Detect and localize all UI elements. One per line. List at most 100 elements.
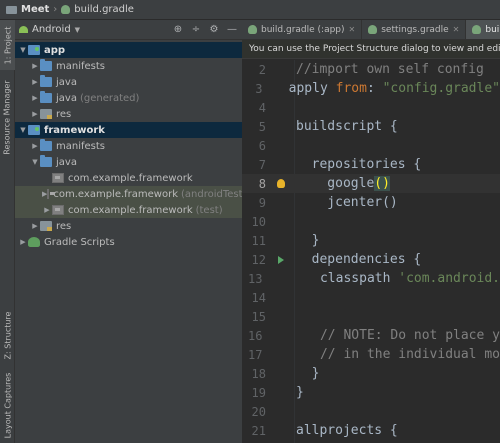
project-panel-header: Android ▼ ⊕ ÷ ⚙ — bbox=[15, 20, 242, 40]
code-text: repositories { bbox=[296, 157, 422, 172]
tree-item-label: res bbox=[56, 220, 72, 232]
collapse-all-icon[interactable]: ÷ bbox=[190, 24, 202, 36]
code-line: 10 bbox=[242, 212, 500, 231]
tree-item-manifests[interactable]: ▶ manifests bbox=[15, 58, 242, 74]
code-line: 5 buildscript { bbox=[242, 117, 500, 136]
code-line: 18 } bbox=[242, 364, 500, 383]
line-number: 14 bbox=[251, 290, 266, 305]
chevron-right-icon[interactable]: ▶ bbox=[30, 62, 40, 70]
gradle-icon bbox=[248, 25, 257, 34]
code-line: 4 bbox=[242, 98, 500, 117]
code-text: } bbox=[296, 385, 304, 400]
chevron-right-icon[interactable]: ▶ bbox=[30, 78, 40, 86]
folder-icon bbox=[40, 91, 52, 103]
line-number: 16 bbox=[248, 328, 263, 343]
tree-item-label: com.example.framework bbox=[53, 188, 178, 200]
tab-layout-captures[interactable]: Layout Captures bbox=[0, 370, 15, 440]
chevron-down-icon[interactable]: ▼ bbox=[18, 46, 28, 54]
gutter bbox=[268, 288, 294, 307]
tree-item-package-android-test[interactable]: ▶ com.example.framework (androidTest) bbox=[15, 186, 246, 202]
gear-icon[interactable]: ⚙ bbox=[208, 24, 220, 36]
tree-item-package[interactable]: com.example.framework bbox=[15, 170, 242, 186]
tree-item-manifests[interactable]: ▶ manifests bbox=[15, 138, 242, 154]
line-number: 10 bbox=[251, 214, 266, 229]
tree-item-java[interactable]: ▼ java bbox=[15, 154, 242, 170]
editor-tab-label: settings.gradle bbox=[381, 24, 449, 35]
tree-item-package-test[interactable]: ▶ com.example.framework (test) bbox=[15, 202, 242, 218]
tree-item-res[interactable]: ▶ res bbox=[15, 218, 242, 234]
chevron-down-icon[interactable]: ▼ bbox=[30, 158, 40, 166]
code-line: 7 repositories { bbox=[242, 155, 500, 174]
tree-item-java[interactable]: ▶ java bbox=[15, 74, 242, 90]
chevron-right-icon[interactable]: ▶ bbox=[30, 142, 40, 150]
tree-item-label: manifests bbox=[56, 60, 105, 72]
editor-tabs: build.gradle (:app) ✕ settings.gradle ✕ … bbox=[242, 20, 500, 40]
gutter bbox=[268, 117, 294, 136]
gutter bbox=[268, 250, 294, 269]
tree-item-label: res bbox=[56, 108, 72, 120]
tab-resource-manager[interactable]: Resource Manager bbox=[0, 75, 15, 160]
gutter bbox=[268, 307, 294, 326]
project-view-select[interactable]: Android ▼ bbox=[19, 24, 80, 35]
tree-item-framework[interactable]: ▼ framework bbox=[15, 122, 242, 138]
code-editor[interactable]: 2 //import own self config 3 apply from:… bbox=[242, 60, 500, 443]
hide-panel-icon[interactable]: — bbox=[226, 24, 238, 36]
tree-item-label: java bbox=[56, 76, 77, 88]
line-number: 5 bbox=[258, 119, 266, 134]
tab-project[interactable]: 1: Project bbox=[0, 20, 15, 70]
code-text: allprojects { bbox=[296, 423, 398, 438]
line-number: 9 bbox=[258, 195, 266, 210]
tab-layout-captures-label: Layout Captures bbox=[3, 372, 12, 438]
module-folder-icon bbox=[28, 45, 40, 55]
notification-text: You can use the Project Structure dialog… bbox=[249, 44, 500, 54]
tree-item-label: java bbox=[56, 156, 77, 168]
gutter bbox=[264, 345, 286, 364]
locate-file-icon[interactable]: ⊕ bbox=[172, 24, 184, 36]
tree-item-res[interactable]: ▶ res bbox=[15, 106, 242, 122]
close-icon[interactable]: ✕ bbox=[349, 25, 356, 34]
chevron-down-icon: ▼ bbox=[74, 25, 81, 34]
code-line: 12 dependencies { bbox=[242, 250, 500, 269]
chevron-right-icon[interactable]: ▶ bbox=[30, 94, 40, 102]
tree-item-label: java bbox=[56, 92, 77, 104]
tree-item-gradle-scripts[interactable]: ▶ Gradle Scripts bbox=[15, 234, 242, 250]
chevron-right-icon[interactable]: ▶ bbox=[42, 206, 52, 214]
tree-item-label: manifests bbox=[56, 140, 105, 152]
project-tree: ▼ app ▶ manifests ▶ java ▶ java (generat… bbox=[15, 40, 246, 250]
code-token: apply bbox=[288, 81, 336, 96]
project-panel: Android ▼ ⊕ ÷ ⚙ — ▼ app ▶ manifests ▶ ja… bbox=[15, 20, 246, 443]
code-token: ( bbox=[374, 176, 383, 191]
chevron-right-icon[interactable]: ▶ bbox=[30, 110, 40, 118]
close-icon[interactable]: ✕ bbox=[453, 25, 460, 34]
line-number: 4 bbox=[258, 100, 266, 115]
editor-tab[interactable]: settings.gradle ✕ bbox=[362, 20, 467, 39]
gutter bbox=[268, 155, 294, 174]
editor-tab-active[interactable]: build.gradle (Me bbox=[466, 20, 500, 39]
tab-structure[interactable]: Z: Structure bbox=[0, 305, 15, 365]
line-number: 17 bbox=[248, 347, 263, 362]
tree-item-app[interactable]: ▼ app bbox=[15, 42, 242, 58]
code-text: // in the individual mo bbox=[288, 347, 500, 362]
code-line: 21 allprojects { bbox=[242, 421, 500, 440]
line-number: 2 bbox=[258, 62, 266, 77]
code-token: google bbox=[296, 176, 375, 191]
code-line: 13 classpath 'com.android. bbox=[242, 269, 500, 288]
run-icon[interactable] bbox=[278, 255, 284, 264]
code-text: } bbox=[296, 233, 320, 248]
breadcrumb-file[interactable]: build.gradle bbox=[61, 4, 134, 15]
code-text: // NOTE: Do not place y bbox=[288, 328, 500, 343]
code-line: 11 } bbox=[242, 231, 500, 250]
tree-item-java-generated[interactable]: ▶ java (generated) bbox=[15, 90, 242, 106]
chevron-right-icon[interactable]: ▶ bbox=[18, 238, 28, 246]
chevron-down-icon[interactable]: ▼ bbox=[18, 126, 28, 134]
package-icon bbox=[52, 205, 64, 215]
tab-project-label: 1: Project bbox=[3, 26, 13, 64]
editor-tab[interactable]: build.gradle (:app) ✕ bbox=[242, 20, 363, 39]
code-line: 16 // NOTE: Do not place y bbox=[242, 326, 500, 345]
gradle-icon bbox=[472, 25, 482, 34]
tree-item-label: Gradle Scripts bbox=[44, 236, 115, 248]
breadcrumb-file-label: build.gradle bbox=[74, 4, 134, 15]
breadcrumb-project[interactable]: Meet bbox=[6, 4, 49, 15]
lightbulb-icon[interactable] bbox=[277, 179, 285, 188]
chevron-right-icon[interactable]: ▶ bbox=[30, 222, 40, 230]
